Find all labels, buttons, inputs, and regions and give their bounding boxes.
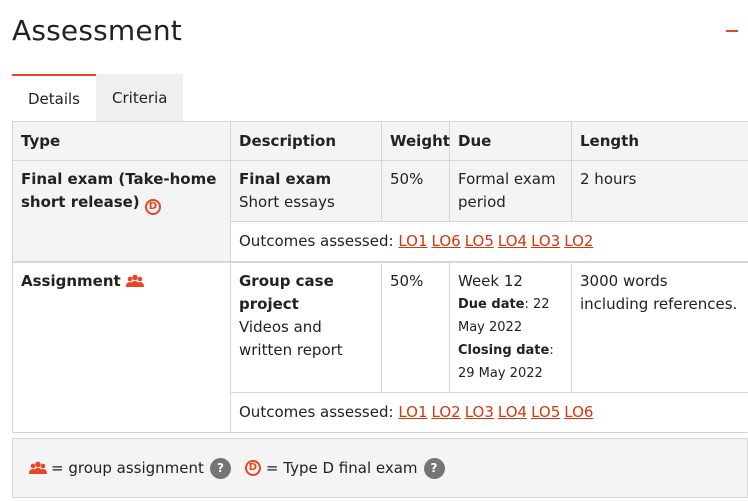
outcome-link[interactable]: LO3 <box>531 232 560 250</box>
legend: = group assignment ? D = Type D final ex… <box>12 438 748 498</box>
tab-bar: Details Criteria <box>12 74 184 121</box>
header-type: Type <box>12 121 231 161</box>
header-due: Due <box>449 121 572 161</box>
weight-cell: 50% <box>381 160 450 222</box>
outcome-link[interactable]: LO5 <box>531 403 560 421</box>
description-title: Group case project <box>239 272 334 313</box>
table-row: Assignment Group case project Videos and… <box>12 261 748 433</box>
legend-typed: D = Type D final exam ? <box>244 457 445 479</box>
outcomes-cell: Outcomes assessed: LO1 LO2 LO3 LO4 LO5 LO6 <box>230 392 748 433</box>
outcome-link[interactable]: LO6 <box>564 403 593 421</box>
description-text: Videos and written report <box>239 318 343 359</box>
due-cell: Week 12 Due date: 22 May 2022 Closing da… <box>449 261 572 393</box>
table-header-row: Type Description Weight Due Length <box>12 121 748 161</box>
outcomes-label: Outcomes assessed: <box>239 232 394 250</box>
group-icon <box>125 274 144 287</box>
help-icon[interactable]: ? <box>209 457 231 479</box>
section-header: Assessment <box>12 12 740 52</box>
type-label: Final exam (Take-home short release) <box>21 170 217 211</box>
legend-group-text: = group assignment <box>51 459 204 477</box>
help-icon[interactable]: ? <box>423 457 445 479</box>
closing-date-label: Closing date <box>458 343 550 358</box>
description-cell: Final exam Short essays <box>230 160 382 222</box>
length-cell: 2 hours <box>571 160 748 222</box>
outcome-link[interactable]: LO5 <box>465 232 494 250</box>
due-cell: Formal exam period <box>449 160 572 222</box>
table-row: Final exam (Take-home short release) D F… <box>12 160 748 263</box>
tab-criteria[interactable]: Criteria <box>96 74 184 121</box>
due-week: Week 12 <box>458 272 523 290</box>
outcomes-cell: Outcomes assessed: LO1 LO6 LO5 LO4 LO3 LO2 <box>230 221 748 263</box>
type-d-icon: D <box>244 460 261 476</box>
type-label: Assignment <box>21 272 121 290</box>
description-text: Short essays <box>239 193 335 211</box>
group-icon <box>29 461 47 474</box>
legend-typed-text: = Type D final exam <box>265 459 418 477</box>
description-cell: Group case project Videos and written re… <box>230 261 382 393</box>
header-length: Length <box>571 121 748 161</box>
due-date-label: Due date <box>458 297 525 312</box>
outcome-link[interactable]: LO1 <box>398 232 427 250</box>
outcomes-label: Outcomes assessed: <box>239 403 394 421</box>
header-description: Description <box>230 121 382 161</box>
length-cell: 3000 words including references. <box>571 261 748 393</box>
header-weight: Weight <box>381 121 450 161</box>
outcome-link[interactable]: LO4 <box>498 232 527 250</box>
description-title: Final exam <box>239 170 332 188</box>
assessment-table: Type Description Weight Due Length Final… <box>12 121 748 433</box>
type-cell: Assignment <box>12 261 231 433</box>
outcome-link[interactable]: LO4 <box>498 403 527 421</box>
outcome-link[interactable]: LO2 <box>432 403 461 421</box>
weight-cell: 50% <box>381 261 450 393</box>
legend-group: = group assignment ? <box>29 457 231 479</box>
outcome-link[interactable]: LO3 <box>465 403 494 421</box>
outcome-link[interactable]: LO1 <box>398 403 427 421</box>
collapse-icon[interactable] <box>726 30 738 32</box>
outcome-link[interactable]: LO6 <box>432 232 461 250</box>
tab-details[interactable]: Details <box>12 74 97 121</box>
type-d-icon: D <box>144 199 161 215</box>
outcome-link[interactable]: LO2 <box>564 232 593 250</box>
type-cell: Final exam (Take-home short release) D <box>12 160 231 263</box>
page-title: Assessment <box>12 14 182 47</box>
